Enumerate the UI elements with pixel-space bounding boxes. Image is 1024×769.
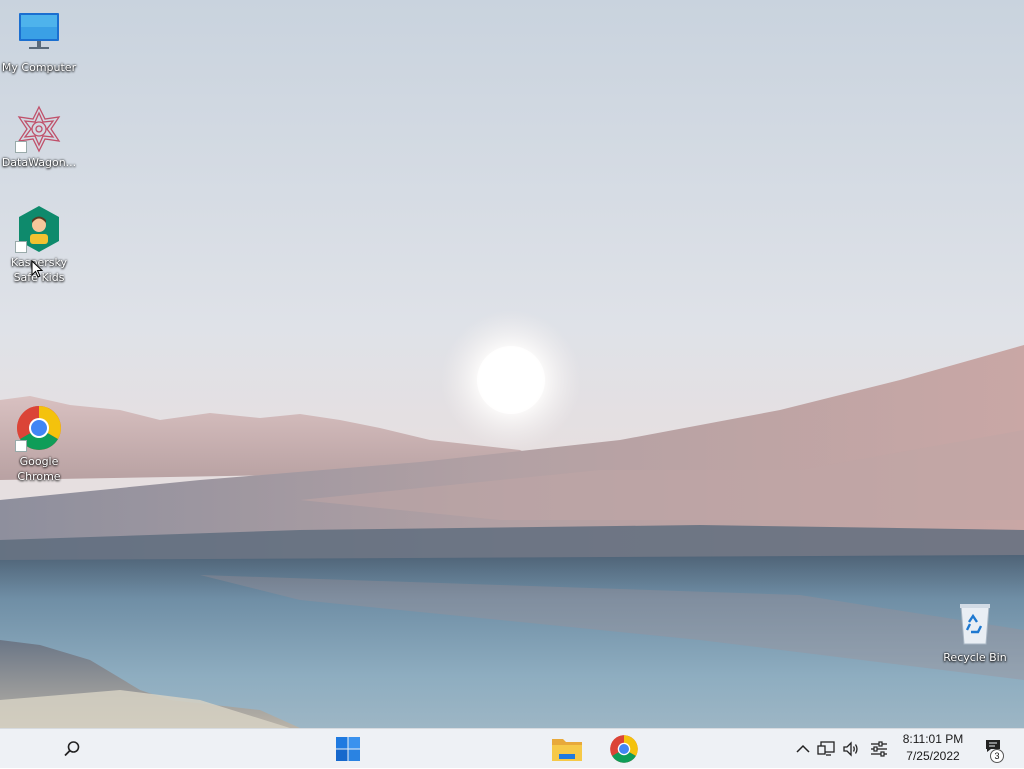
desktop-icon-datawagon[interactable]: DataWagon... <box>0 105 78 170</box>
desktop: My Computer DataWagon... Kaspersky Safe … <box>0 0 1024 728</box>
tray-overflow-button[interactable] <box>794 729 812 769</box>
taskbar-start-button[interactable] <box>328 729 368 769</box>
kaspersky-safe-kids-icon <box>15 205 63 253</box>
notification-count-badge: 3 <box>990 749 1004 763</box>
chevron-up-icon <box>796 744 810 753</box>
chrome-icon <box>610 735 638 763</box>
shortcut-arrow-icon <box>15 241 27 253</box>
recycle-bin-icon <box>951 600 999 648</box>
desktop-icon-recycle-bin[interactable]: Recycle Bin <box>936 600 1014 665</box>
search-icon <box>64 741 80 757</box>
tray-network-button[interactable] <box>816 729 836 769</box>
chrome-icon <box>15 404 63 452</box>
tray-volume-button[interactable] <box>840 729 862 769</box>
desktop-icon-google-chrome[interactable]: Google Chrome <box>0 404 78 484</box>
wallpaper <box>0 0 1024 728</box>
desktop-icon-label: My Computer <box>1 61 77 74</box>
datawagon-icon <box>15 105 63 153</box>
desktop-icon-label: Google Chrome <box>17 455 61 483</box>
folder-icon <box>552 739 582 761</box>
network-icon <box>817 741 835 756</box>
desktop-icon-label: Recycle Bin <box>943 651 1007 664</box>
taskbar-search-button[interactable] <box>56 729 88 769</box>
shortcut-arrow-icon <box>15 141 27 153</box>
monitor-icon <box>15 10 63 58</box>
desktop-icon-label: DataWagon... <box>1 156 77 169</box>
taskbar-file-explorer-button[interactable] <box>546 729 588 769</box>
tray-clock[interactable]: 8:11:01 PM 7/25/2022 <box>892 731 974 765</box>
volume-icon <box>843 741 858 757</box>
shortcut-arrow-icon <box>15 440 27 452</box>
tray-settings-button[interactable] <box>868 729 890 769</box>
desktop-icon-my-computer[interactable]: My Computer <box>0 10 78 75</box>
clock-time: 8:11:01 PM <box>902 732 964 746</box>
taskbar-chrome-button[interactable] <box>604 729 644 769</box>
clock-date: 7/25/2022 <box>906 749 960 763</box>
settings-sliders-icon <box>871 741 887 757</box>
windows-start-icon <box>336 737 360 761</box>
taskbar: 8:11:01 PM 7/25/2022 3 <box>0 728 1024 768</box>
mouse-pointer-icon <box>31 260 43 278</box>
